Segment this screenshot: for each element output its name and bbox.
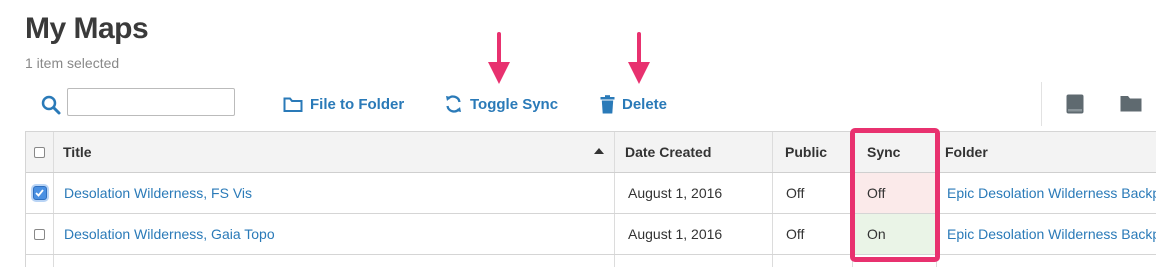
table-row[interactable]: Desolation Wilderness, FS Vis August 1, … — [26, 173, 1156, 214]
checkmark-icon — [35, 189, 44, 197]
public-value: Off — [786, 226, 805, 242]
date-created-cell: August 1, 2016 — [614, 173, 772, 213]
toolbar-divider — [1041, 82, 1042, 126]
file-to-folder-label: File to Folder — [310, 95, 405, 113]
column-sync-label: Sync — [867, 144, 901, 160]
map-title-cell — [53, 255, 614, 267]
date-created-value: August 1, 2016 — [628, 226, 723, 242]
folder-link[interactable]: Epic Desolation Wilderness Backp — [947, 185, 1156, 201]
annotation-arrow-icon — [488, 32, 510, 84]
sync-status: On — [867, 226, 886, 242]
folder-cell: Epic Desolation Wilderness Backp — [936, 214, 1156, 254]
column-folder-label: Folder — [945, 144, 988, 160]
public-cell: Off — [772, 214, 852, 254]
column-header-date-created[interactable]: Date Created — [614, 132, 772, 172]
public-cell: Off — [772, 173, 852, 213]
column-date-label: Date Created — [625, 144, 712, 160]
sync-cell: On — [852, 214, 936, 254]
search-input[interactable] — [67, 88, 235, 116]
toggle-sync-label: Toggle Sync — [470, 95, 559, 113]
folder-cell: Epic Desolation Wilderness Backp — [936, 173, 1156, 213]
maps-table: Title Date Created Public Sync Folder De… — [25, 131, 1156, 267]
row-select-cell — [26, 255, 53, 267]
row-select-cell — [26, 214, 53, 254]
folder-cell — [936, 255, 1156, 267]
row-select-cell — [26, 173, 53, 213]
folder-outline-icon — [283, 97, 303, 112]
column-header-public[interactable]: Public — [772, 132, 852, 172]
book-icon[interactable] — [1066, 94, 1084, 114]
sync-cell — [852, 255, 936, 267]
sort-ascending-icon — [594, 148, 604, 154]
toggle-sync-button[interactable]: Toggle Sync — [444, 92, 558, 116]
toolbar: File to Folder Toggle Sync Delete — [0, 82, 1160, 130]
file-to-folder-button[interactable]: File to Folder — [283, 92, 404, 116]
sync-status: Off — [867, 185, 886, 201]
table-row[interactable]: Desolation Wilderness, Gaia Topo August … — [26, 214, 1156, 255]
sync-cell: Off — [852, 173, 936, 213]
column-header-folder[interactable]: Folder — [936, 132, 1156, 172]
column-public-label: Public — [785, 144, 828, 160]
trash-icon — [600, 94, 615, 113]
map-title-cell: Desolation Wilderness, Gaia Topo — [53, 214, 614, 254]
row-checkbox[interactable] — [34, 228, 45, 240]
table-row-partial — [26, 255, 1156, 267]
date-created-cell — [614, 255, 772, 267]
date-created-cell: August 1, 2016 — [614, 214, 772, 254]
select-all-checkbox[interactable] — [34, 146, 45, 158]
delete-label: Delete — [622, 95, 668, 113]
search-icon[interactable] — [40, 94, 62, 116]
table-header: Title Date Created Public Sync Folder — [26, 132, 1156, 173]
public-value: Off — [786, 185, 805, 201]
selection-count: 1 item selected — [25, 55, 120, 71]
map-title-cell: Desolation Wilderness, FS Vis — [53, 173, 614, 213]
map-title-link[interactable]: Desolation Wilderness, FS Vis — [64, 185, 252, 201]
row-checkbox[interactable] — [32, 186, 47, 200]
annotation-arrow-icon — [628, 32, 650, 84]
folder-link[interactable]: Epic Desolation Wilderness Backp — [947, 226, 1156, 242]
delete-button[interactable]: Delete — [600, 92, 667, 116]
column-header-sync[interactable]: Sync — [852, 132, 936, 172]
column-title-label: Title — [63, 144, 92, 160]
date-created-value: August 1, 2016 — [628, 185, 723, 201]
select-all-cell — [26, 132, 53, 172]
sync-icon — [446, 95, 461, 113]
map-title-link[interactable]: Desolation Wilderness, Gaia Topo — [64, 226, 275, 242]
page-title: My Maps — [25, 12, 149, 45]
public-cell — [772, 255, 852, 267]
column-header-title[interactable]: Title — [53, 132, 614, 172]
folder-icon[interactable] — [1120, 94, 1142, 112]
